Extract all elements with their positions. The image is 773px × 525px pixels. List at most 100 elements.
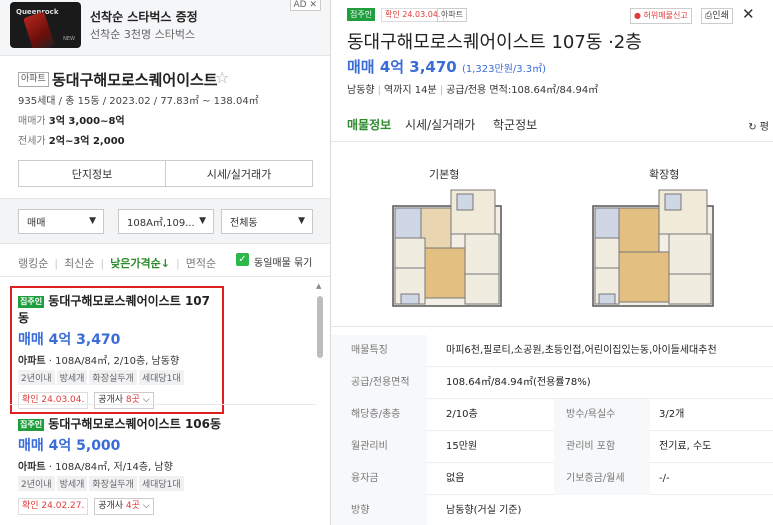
ad-banner[interactable]: Queenrock NEW 선착순 스타벅스 증정 선착순 3천명 스타벅스 A… — [0, 0, 330, 56]
row-value: 마피6천,필로티,소공원,초등인접,어린이집있는동,아이들세대추천 — [446, 345, 717, 356]
app-window: Queenrock NEW 선착순 스타벅스 증정 선착순 3천명 스타벅스 A… — [0, 0, 773, 525]
area-select[interactable]: 108A㎡,109... ▼ — [118, 209, 214, 234]
building-select[interactable]: 전체동 ▼ — [221, 209, 313, 234]
area-value: 108A㎡,109... — [127, 218, 195, 229]
confirm-date: 확인 24.02.27. — [18, 498, 89, 515]
listing-footer: 확인 24.03.04. 공개사 8곳 ⌵ — [18, 391, 216, 409]
detail-panel: 집주인 확인 24.03.04. 아파트 ● 허위매물신고 ⎙인쇄 ✕ 동대구해… — [331, 0, 773, 525]
refresh-icon: ↻ — [748, 122, 757, 133]
filter-bar: 매매 ▼ 108A㎡,109... ▼ 전체동 ▼ — [0, 198, 330, 244]
complex-info-button[interactable]: 단지정보 — [19, 161, 165, 186]
plan-basic-label: 기본형 — [429, 168, 460, 181]
ad-close-badge[interactable]: AD ✕ — [289, 0, 321, 11]
ad-product-image — [22, 11, 56, 48]
detail-price-value: 매매 4억 3,470 — [347, 58, 457, 76]
listing-tag: 방세개 — [56, 476, 88, 491]
row-value: 108.64㎡/84.94㎡(전용률78%) — [446, 377, 591, 388]
detail-title: 동대구해모로스퀘어이스트 107동 ·2층 — [347, 32, 642, 53]
list-item[interactable]: 집주인 동대구해모로스퀘어이스트 106동 매매 4억 5,000 아파트 · … — [18, 415, 230, 515]
listing-price: 매매 4억 3,470 — [18, 332, 121, 348]
listing-tags: 2년이내 방세개 화장실두개 세대당1대 — [18, 476, 230, 491]
print-label: 인쇄 — [712, 11, 729, 21]
divider — [0, 276, 330, 277]
listing-tag: 2년이내 — [18, 370, 55, 385]
listing-tag: 방세개 — [56, 370, 88, 385]
floor-plan-basic-image[interactable] — [387, 186, 507, 314]
scroll-up-icon[interactable]: ▲ — [316, 282, 321, 290]
siren-icon: ● — [634, 11, 641, 20]
list-scrollbar[interactable]: ▲ — [316, 282, 324, 525]
tab-market-price[interactable]: 시세/실거래가 — [405, 116, 475, 133]
listing-title: 집주인 동대구해모로스퀘어이스트 107동 — [18, 292, 216, 326]
owner-badge: 집주인 — [347, 8, 376, 21]
listing-desc: 아파트 · 108A/84㎡, 저/14층, 남향 — [18, 458, 230, 473]
row-label: 해당층/총층 — [331, 399, 427, 431]
ad-title: 선착순 스타벅스 증정 — [90, 10, 198, 24]
row-label: 방향 — [331, 495, 427, 525]
tab-school-info[interactable]: 학군정보 — [493, 116, 537, 133]
favorite-star-icon[interactable]: ☆ — [215, 68, 229, 87]
listing-spec: · 108A/84㎡, 저/14층, 남향 — [45, 462, 173, 473]
detail-tabs: 매물정보 시세/실거래가 학군정보 ↻ 평 — [331, 108, 773, 142]
row-label: 융자금 — [331, 463, 427, 495]
listing-spec: · 108A/84㎡, 2/10층, 남동향 — [45, 356, 180, 367]
sort-ranking[interactable]: 랭킹순 — [18, 257, 48, 270]
floor-plan-extended-image[interactable] — [589, 186, 719, 314]
group-listings-label[interactable]: 동일매물 묶기 — [254, 254, 312, 269]
trade-type-value: 매매 — [27, 218, 46, 229]
owner-badge: 집주인 — [18, 418, 45, 431]
sort-area[interactable]: 면적순 — [186, 257, 216, 270]
listing-tag: 2년이내 — [18, 476, 55, 491]
listing-price: 매매 4억 5,000 — [18, 438, 121, 454]
chevron-down-icon: ▼ — [89, 216, 96, 226]
listing-desc: 아파트 · 108A/84㎡, 2/10층, 남동향 — [18, 352, 216, 367]
property-type-badge: 아파트 — [437, 8, 468, 22]
print-button[interactable]: ⎙인쇄 — [701, 8, 733, 24]
unit-toggle-button[interactable]: ↻ 평 — [748, 118, 769, 133]
listing-type: 아파트 — [18, 462, 46, 473]
lease-price-label: 전세가 — [18, 136, 46, 147]
agent-count: 4곳 — [125, 501, 140, 511]
row-value: 3/2개 — [659, 409, 685, 420]
detail-meta: 남동향 | 역까지 14분 | 공급/전용 면적:108.64㎡/84.94㎡ — [347, 81, 598, 96]
row-value: -/- — [659, 473, 670, 484]
table-row: 융자금 없음 기보증금/월세 -/- — [331, 463, 773, 495]
row-label: 방수/욕실수 — [554, 399, 650, 431]
agent-count-button[interactable]: 공개사 4곳 ⌵ — [94, 498, 154, 515]
lease-price-value: 2억~3억 2,000 — [48, 136, 125, 147]
row-label: 관리비 포함 — [554, 431, 650, 463]
report-button[interactable]: ● 허위매물신고 — [630, 8, 692, 24]
row-value: 2/10층 — [446, 409, 478, 420]
listing-tag: 세대당1대 — [138, 476, 184, 491]
agent-count-button[interactable]: 공개사 8곳 ⌵ — [94, 392, 154, 409]
close-icon[interactable]: ✕ — [742, 5, 755, 23]
listing-panel: Queenrock NEW 선착순 스타벅스 증정 선착순 3천명 스타벅스 A… — [0, 0, 331, 525]
list-item[interactable]: 집주인 동대구해모로스퀘어이스트 107동 매매 4억 3,470 아파트 · … — [10, 286, 224, 414]
meta-divider: | — [439, 85, 444, 96]
divider — [10, 404, 316, 405]
market-price-button[interactable]: 시세/실거래가 — [165, 161, 312, 186]
group-listings-checkbox[interactable]: ✓ — [236, 253, 249, 266]
listing-tag: 세대당1대 — [138, 370, 184, 385]
row-value: 없음 — [446, 473, 465, 484]
meta-station: 역까지 14분 — [383, 85, 437, 96]
ad-thumb-tag: NEW — [63, 36, 75, 42]
lease-price-row: 전세가 2억~3억 2,000 — [18, 132, 125, 147]
listing-footer: 확인 24.02.27. 공개사 4곳 ⌵ — [18, 497, 230, 515]
meta-divider: | — [377, 85, 381, 96]
confirm-date: 확인 24.03.04. — [18, 392, 89, 409]
row-value: 전기료, 수도 — [659, 441, 712, 452]
table-row: 매물특징 마피6천,필로티,소공원,초등인접,어린이집있는동,아이들세대추천 — [331, 335, 773, 367]
tab-listing-info[interactable]: 매물정보 — [347, 116, 391, 133]
listing-type: 아파트 — [18, 356, 46, 367]
sort-latest[interactable]: 최신순 — [64, 257, 94, 270]
trade-type-select[interactable]: 매매 ▼ — [18, 209, 104, 234]
scrollbar-thumb[interactable] — [317, 296, 323, 358]
sort-divider: | — [176, 257, 180, 270]
detail-table: 매물특징 마피6천,필로티,소공원,초등인접,어린이집있는동,아이들세대추천 공… — [331, 335, 773, 525]
ad-subtitle: 선착순 3천명 스타벅스 — [90, 28, 196, 41]
sort-lowest-price[interactable]: 낮은가격순↓ — [110, 257, 170, 270]
table-row: 방향 남동향(거실 기준) — [331, 495, 773, 525]
listing-tag: 화장실두개 — [89, 370, 137, 385]
sort-divider: | — [100, 257, 105, 270]
